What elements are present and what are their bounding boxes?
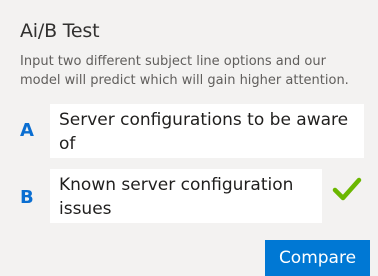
option-b-letter: B xyxy=(20,187,34,208)
compare-button[interactable]: Compare xyxy=(265,240,370,276)
ab-test-panel: Ai/B Test Input two different subject li… xyxy=(0,0,378,276)
option-a-letter: A xyxy=(20,120,34,141)
check-icon xyxy=(332,177,362,201)
panel-description: Input two different subject line options… xyxy=(20,54,349,88)
panel-title: Ai/B Test xyxy=(20,20,100,42)
subject-line-a-input[interactable]: Server configurations to be aware of xyxy=(50,104,364,158)
subject-line-b-input[interactable]: Known server configuration issues xyxy=(50,169,322,223)
